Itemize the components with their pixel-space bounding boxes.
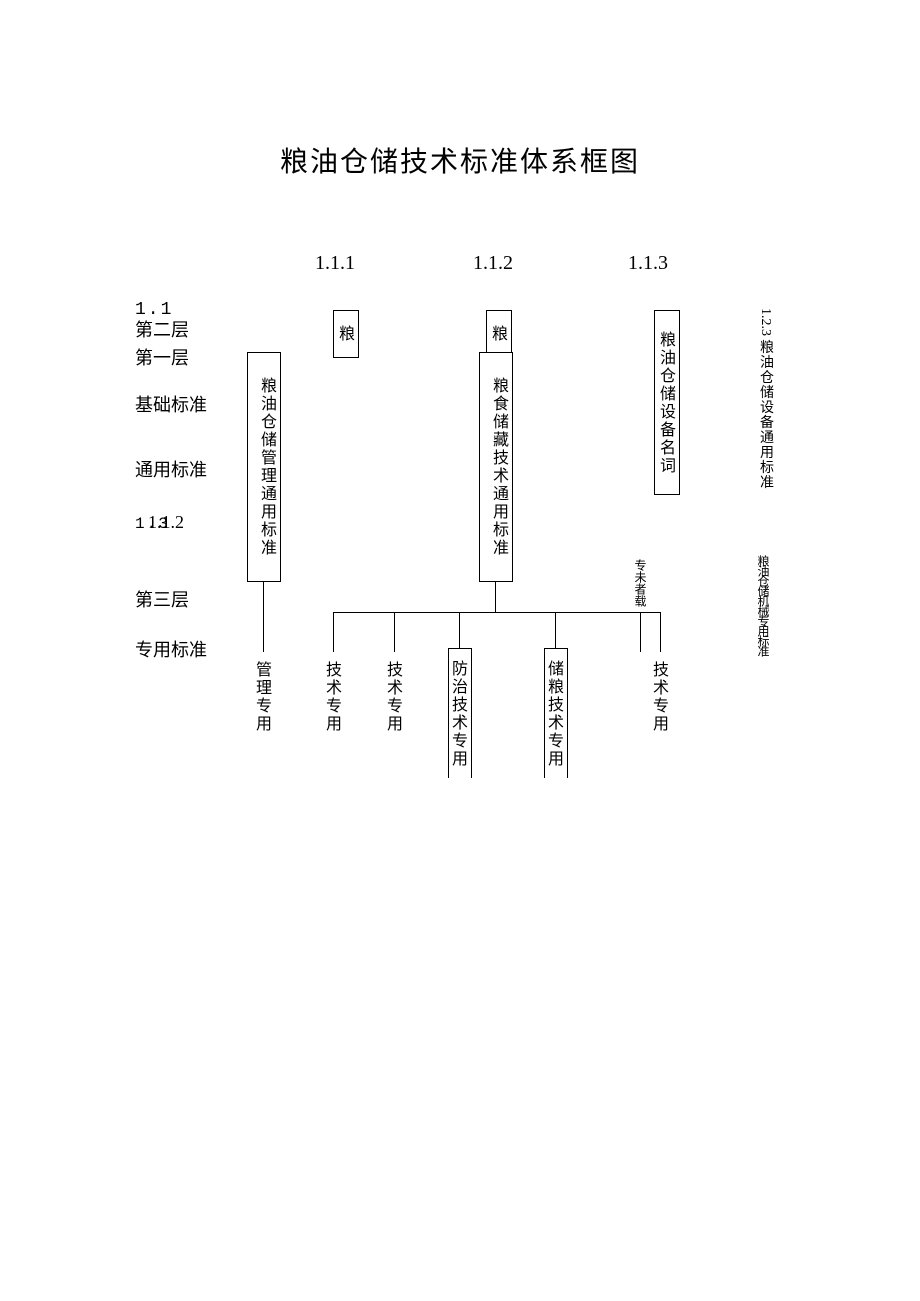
label-1-1: 1.1 bbox=[135, 300, 173, 322]
connector-line bbox=[640, 612, 641, 652]
side-label-1-2-3: 1.2.3 粮油仓储设备通用标准 bbox=[755, 308, 776, 538]
box-top-3: 粮油仓储设备名词 bbox=[654, 310, 680, 495]
connector-line bbox=[394, 612, 395, 652]
header-num-3: 1.1.3 bbox=[628, 252, 668, 275]
label-layer2: 第二层 bbox=[135, 320, 189, 342]
side-label-num: 1.2.3 bbox=[758, 308, 773, 336]
header-num-2: 1.1.2 bbox=[473, 252, 513, 275]
label-layer1: 第一层 bbox=[135, 348, 189, 370]
connector-line bbox=[555, 612, 556, 652]
leaf-2: 技术专用 bbox=[325, 652, 343, 742]
leaf-6: 技术专用 bbox=[652, 652, 670, 742]
connector-line bbox=[459, 612, 460, 652]
box-center-main: 粮食储藏技术通用标准 bbox=[479, 352, 513, 582]
label-special-std: 专用标准 bbox=[135, 640, 207, 662]
header-num-1: 1.1.1 bbox=[315, 252, 355, 275]
connector-line bbox=[333, 612, 661, 613]
box-left-main: 粮油仓储管理通用标准 bbox=[247, 352, 281, 582]
box-top-1: 粮油 bbox=[333, 310, 359, 358]
side-label-text: 粮油仓储设备通用标准 bbox=[758, 340, 773, 490]
connector-line bbox=[263, 582, 264, 652]
leaf-1: 管理专用 bbox=[255, 652, 273, 742]
mid-garble-text: 专未者载 bbox=[633, 554, 649, 612]
leaf-5-box: 储粮技术专用 bbox=[544, 648, 568, 778]
leaf-4-box: 防治技术专用 bbox=[448, 648, 472, 778]
label-common-std: 通用标准 bbox=[135, 460, 207, 482]
connector-line bbox=[333, 612, 334, 652]
connector-line bbox=[495, 582, 496, 612]
side-garble-text: 粮油仓储机械专用标准 bbox=[747, 555, 769, 660]
connector-line bbox=[660, 612, 661, 652]
box-top-2: 粮油 bbox=[486, 310, 512, 358]
label-base-std: 基础标准 bbox=[135, 395, 207, 417]
label-1-1-2: 1.1.2 bbox=[148, 512, 184, 534]
leaf-3: 技术专用 bbox=[386, 652, 404, 742]
page-title: 粮油仓储技术标准体系框图 bbox=[0, 140, 920, 180]
label-layer3: 第三层 bbox=[135, 590, 189, 612]
